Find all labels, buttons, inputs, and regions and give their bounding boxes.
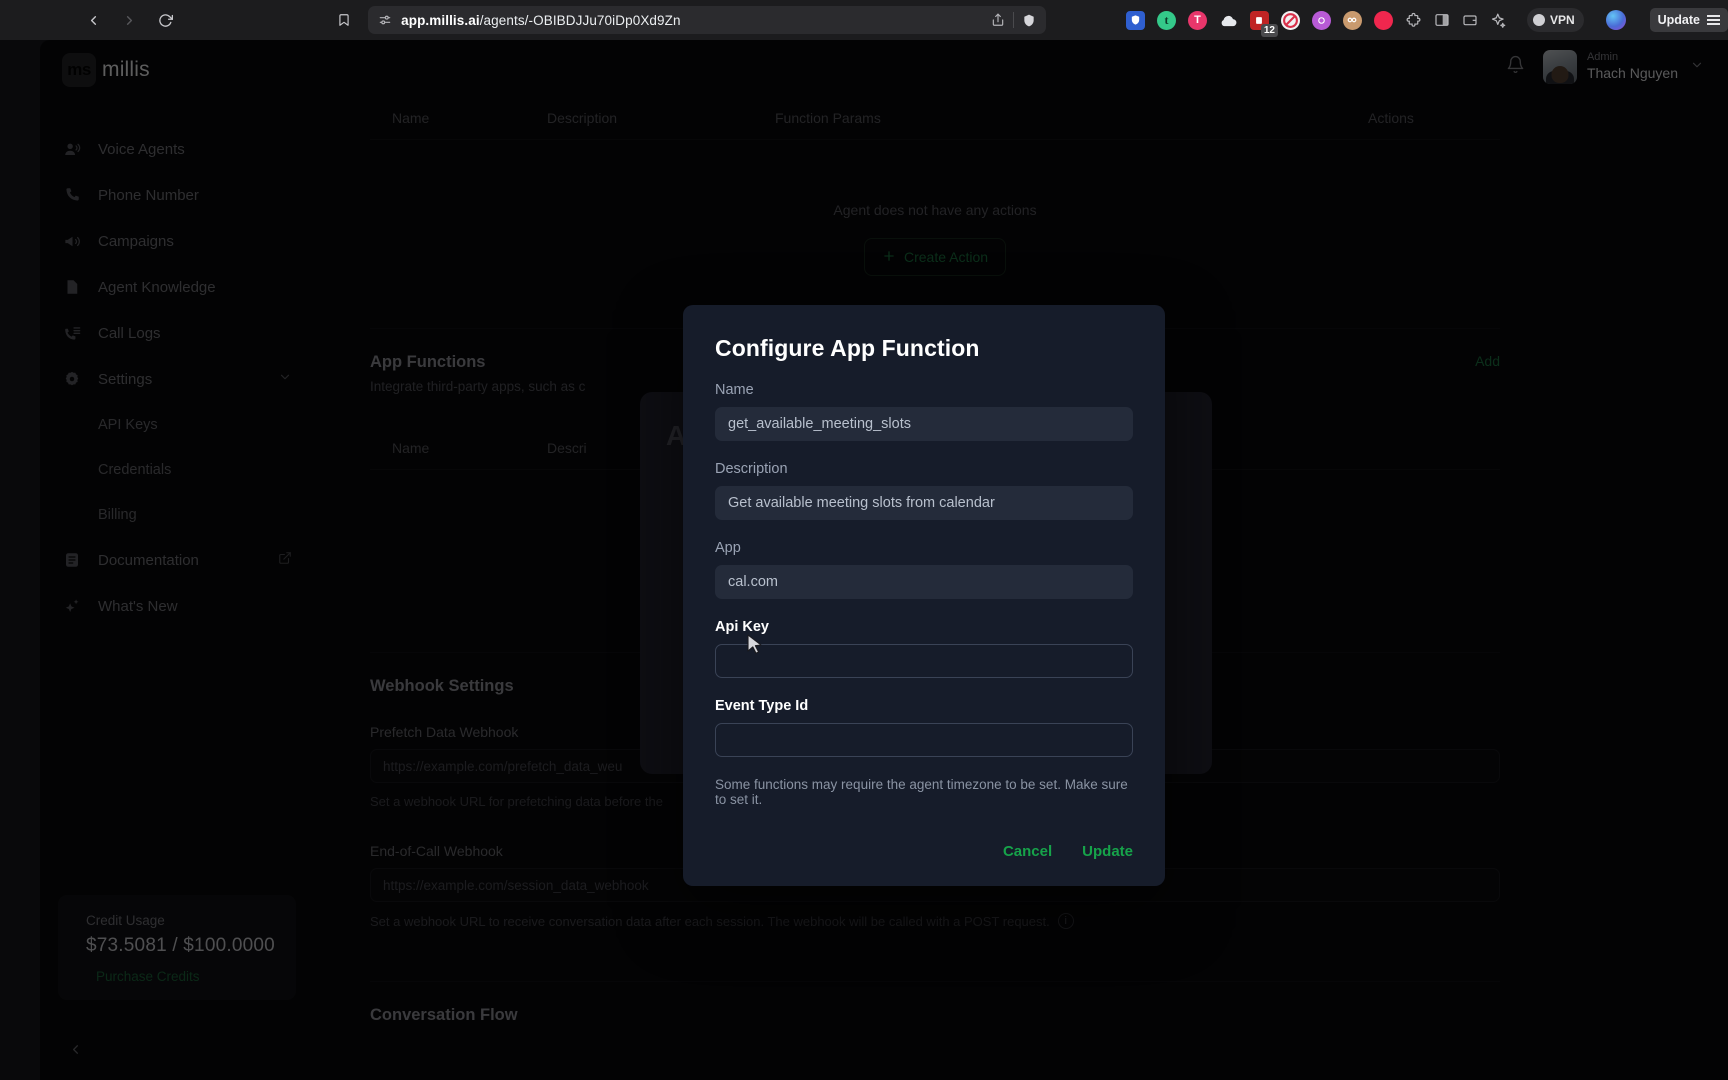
extension-badge-count: 12 (1261, 24, 1278, 37)
bitwarden-extension-icon[interactable] (1126, 11, 1145, 30)
url-text: app.millis.ai/agents/-OBIBDJJu70iDp0Xd9Z… (401, 13, 982, 28)
field-label: Api Key (715, 619, 1133, 635)
wallet-icon[interactable] (1462, 12, 1478, 28)
red-dot-extension-icon[interactable] (1374, 11, 1393, 30)
browser-nav-buttons (78, 5, 180, 35)
api-key-input[interactable] (715, 644, 1133, 678)
adblock-extension-icon[interactable] (1281, 11, 1300, 30)
field-label: Event Type Id (715, 698, 1133, 714)
update-browser-label: Update (1658, 13, 1700, 27)
description-input[interactable]: Get available meeting slots from calenda… (715, 486, 1133, 520)
cloud-extension-icon[interactable] (1219, 11, 1238, 30)
divider (1013, 12, 1014, 28)
vpn-status-chip[interactable]: VPN (1527, 8, 1584, 32)
update-button[interactable]: Update (1082, 843, 1133, 860)
browser-toolbar: app.millis.ai/agents/-OBIBDJJu70iDp0Xd9Z… (0, 0, 1728, 40)
dialog-actions: Cancel Update (715, 843, 1133, 860)
mouse-cursor (747, 634, 764, 661)
address-bar-actions (991, 12, 1036, 28)
update-browser-button[interactable]: Update (1650, 8, 1728, 32)
app-window: ms millis Admin Thach Nguyen (40, 40, 1728, 1080)
field-label: Name (715, 382, 1133, 398)
puzzle-icon[interactable] (1405, 12, 1422, 29)
dialog-title: Configure App Function (715, 335, 1133, 362)
green-circle-extension-icon[interactable]: t (1157, 11, 1176, 30)
field-label: App (715, 540, 1133, 556)
dialog-field-app: App cal.com (715, 540, 1133, 599)
split-panel-icon[interactable] (1434, 12, 1450, 28)
reload-button[interactable] (150, 5, 180, 35)
vpn-dot-icon (1533, 14, 1545, 26)
site-settings-icon[interactable] (378, 13, 392, 27)
app-input[interactable]: cal.com (715, 565, 1133, 599)
configure-app-function-dialog: Configure App Function Name get_availabl… (683, 305, 1165, 886)
vpn-label: VPN (1550, 13, 1575, 27)
address-bar[interactable]: app.millis.ai/agents/-OBIBDJJu70iDp0Xd9Z… (368, 6, 1046, 34)
field-label: Description (715, 461, 1133, 477)
sparkle-star-icon[interactable] (1490, 12, 1507, 29)
purple-extension-icon[interactable] (1312, 11, 1331, 30)
bookmark-icon[interactable] (330, 5, 358, 35)
back-button[interactable] (78, 5, 108, 35)
pink-extension-icon[interactable]: T (1188, 11, 1207, 30)
url-path: /agents/-OBIBDJJu70iDp0Xd9Zn (480, 13, 681, 28)
name-input[interactable]: get_available_meeting_slots (715, 407, 1133, 441)
cancel-button[interactable]: Cancel (1003, 843, 1052, 860)
dialog-field-api-key: Api Key (715, 619, 1133, 678)
shield-icon[interactable] (1022, 13, 1036, 28)
dialog-field-name: Name get_available_meeting_slots (715, 382, 1133, 441)
forward-button[interactable] (114, 5, 144, 35)
share-icon[interactable] (991, 13, 1005, 27)
dialog-field-event-type-id: Event Type Id (715, 698, 1133, 757)
avatar-extension-icon[interactable] (1343, 11, 1362, 30)
dialog-note: Some functions may require the agent tim… (715, 777, 1133, 807)
event-type-id-input[interactable] (715, 723, 1133, 757)
screen: app.millis.ai/agents/-OBIBDJJu70iDp0Xd9Z… (0, 0, 1728, 1080)
browser-profile-avatar[interactable] (1606, 10, 1626, 30)
dialog-field-description: Description Get available meeting slots … (715, 461, 1133, 520)
hamburger-menu-icon[interactable] (1707, 15, 1720, 25)
extensions-tray: t T 12 (1126, 8, 1728, 32)
badge-extension-icon[interactable]: 12 (1250, 11, 1269, 30)
url-domain: app.millis.ai (401, 13, 480, 28)
